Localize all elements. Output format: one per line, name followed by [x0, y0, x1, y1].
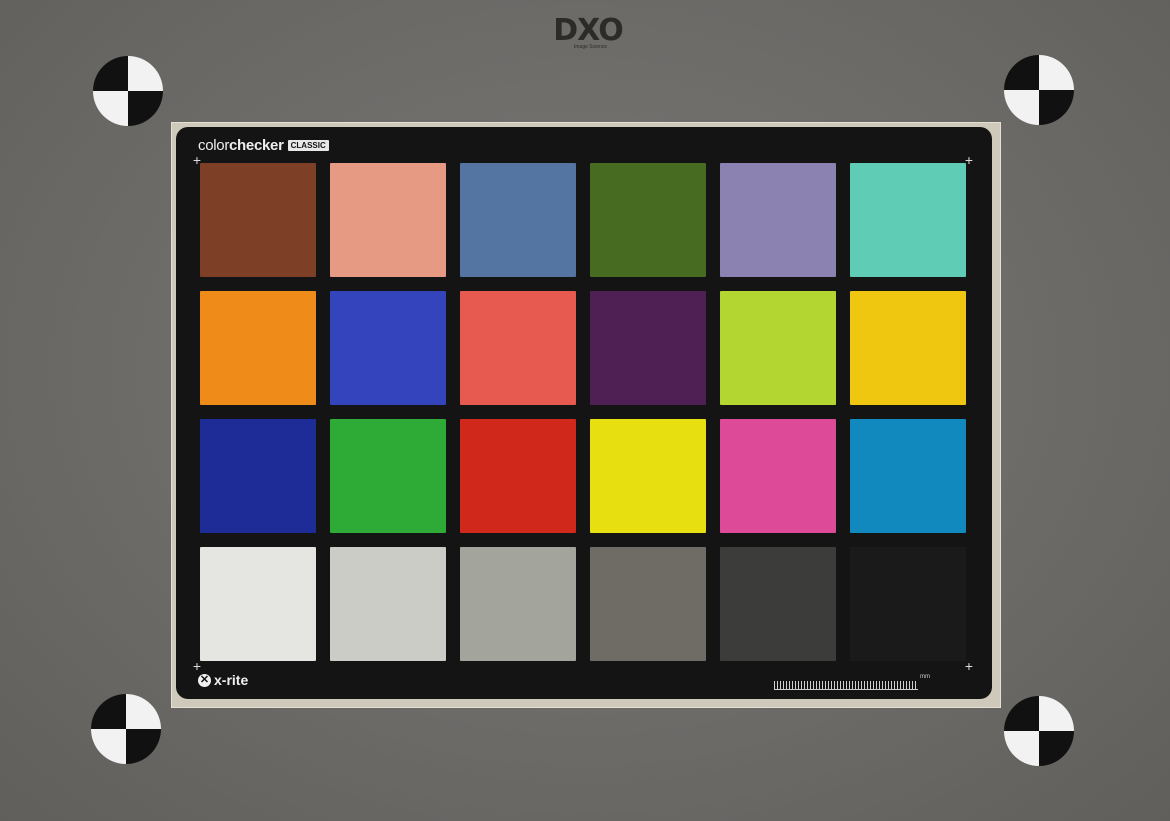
color-patch: [460, 163, 576, 277]
color-patch: [330, 163, 446, 277]
color-patch: [460, 291, 576, 405]
color-patch: [720, 291, 836, 405]
color-patch: [850, 419, 966, 533]
color-patch: [590, 547, 706, 661]
color-patch: [720, 163, 836, 277]
xrite-wordmark: x-rite: [214, 672, 249, 688]
color-patch: [460, 419, 576, 533]
brand-wordmark: colorchecker: [198, 137, 284, 154]
color-patch: [200, 419, 316, 533]
crosshair-mark-bottom-right: +: [964, 658, 974, 674]
color-patch: [200, 547, 316, 661]
color-patch: [460, 547, 576, 661]
color-patch: [590, 291, 706, 405]
colorchecker-brand: colorchecker CLASSIC: [198, 137, 329, 154]
color-patch: [330, 547, 446, 661]
registration-target-bottom-right: [1004, 696, 1074, 766]
registration-target-top-right: [1004, 55, 1074, 125]
scale-ruler: [774, 675, 918, 690]
color-patch: [330, 291, 446, 405]
color-patch: [590, 419, 706, 533]
registration-target-bottom-left: [91, 694, 161, 764]
ruler-unit-label: mm: [920, 674, 930, 680]
xrite-icon: ✕: [198, 673, 211, 687]
dxo-logo-mark: DXO: [553, 13, 623, 48]
color-patch-grid: [200, 163, 966, 661]
brand-word-bold: checker: [229, 137, 284, 154]
color-patch: [330, 419, 446, 533]
color-patch: [720, 547, 836, 661]
colorchecker-card: colorchecker CLASSIC + + + + ✕ x-rite mm: [176, 127, 992, 699]
color-patch: [720, 419, 836, 533]
dxo-logo: DXO Image Science: [548, 14, 628, 54]
color-patch: [850, 291, 966, 405]
brand-word-light: color: [198, 137, 230, 154]
brand-classic-tag: CLASSIC: [287, 140, 329, 151]
color-patch: [850, 163, 966, 277]
registration-target-top-left: [93, 56, 163, 126]
color-patch: [850, 547, 966, 661]
xrite-logo: ✕ x-rite: [198, 672, 248, 688]
color-patch: [200, 291, 316, 405]
color-patch: [200, 163, 316, 277]
crosshair-mark-bottom-left: +: [192, 658, 202, 674]
color-patch: [590, 163, 706, 277]
